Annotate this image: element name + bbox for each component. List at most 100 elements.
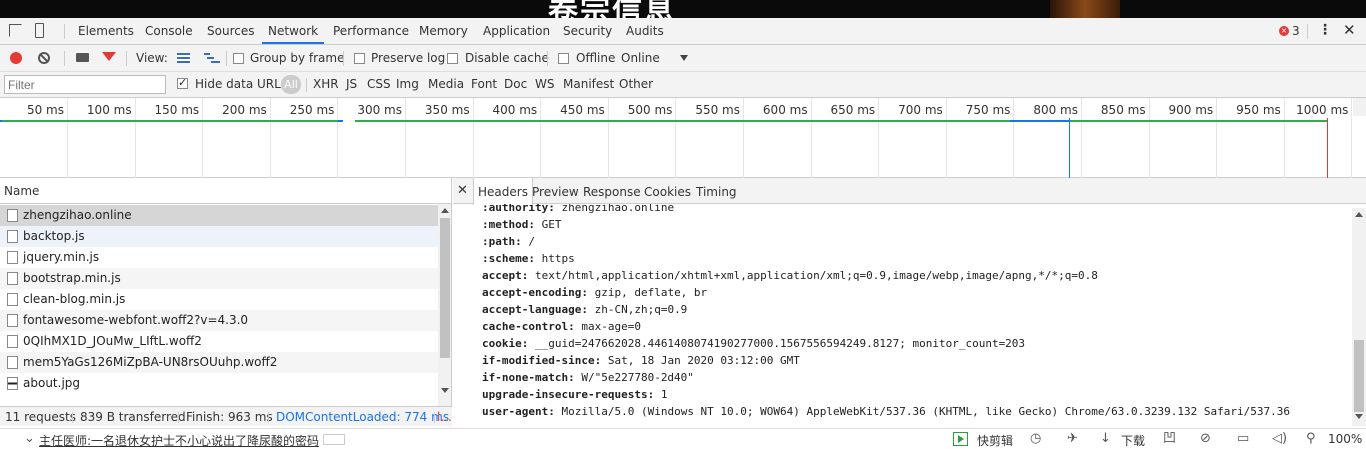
request-row[interactable]: about.jpg: [0, 373, 438, 394]
ad-badge-icon: [323, 434, 345, 445]
chevron-down-icon[interactable]: ⌄: [24, 432, 35, 446]
scrollbar-thumb[interactable]: [1354, 340, 1364, 412]
preserve-log-label[interactable]: Preserve log: [371, 51, 445, 65]
header-row: if-modified-since: Sat, 18 Jan 2020 03:1…: [482, 352, 800, 369]
name-column-header[interactable]: Name: [0, 178, 451, 204]
timeline-tick-label: 900 ms: [1168, 103, 1214, 117]
disable-cache-checkbox[interactable]: [447, 53, 458, 64]
offline-checkbox[interactable]: [558, 53, 569, 64]
timeline-gridline: [675, 98, 677, 178]
tab-audits[interactable]: Audits: [626, 18, 664, 44]
scrollbar-thumb[interactable]: [440, 218, 450, 358]
tab-response[interactable]: Response: [583, 178, 641, 204]
tools-icon[interactable]: ✈: [1067, 432, 1078, 446]
news-link[interactable]: 主任医师:一名退休女护士不小心说出了降尿酸的密码: [39, 432, 319, 449]
request-list-scrollbar[interactable]: [438, 204, 451, 406]
document-file-icon: [7, 251, 18, 264]
capture-screenshots-icon[interactable]: [76, 53, 89, 62]
filter-all-button[interactable]: All: [281, 75, 301, 94]
request-name: backtop.js: [23, 229, 85, 243]
history-icon[interactable]: ◷: [1030, 432, 1041, 446]
group-by-frame-checkbox[interactable]: [233, 53, 244, 64]
timeline-tick-label: 450 ms: [560, 103, 605, 117]
request-row[interactable]: backtop.js: [0, 226, 438, 247]
waterfall-overview-icon[interactable]: [204, 52, 220, 64]
scroll-up-icon[interactable]: [1355, 212, 1363, 217]
timeline-tick-label: 50 ms: [26, 103, 64, 117]
filter-xhr[interactable]: XHR: [313, 77, 339, 91]
zoom-icon[interactable]: ⚲: [1306, 432, 1316, 446]
filter-js[interactable]: JS: [346, 77, 357, 91]
record-icon[interactable]: [10, 52, 22, 64]
tab-security[interactable]: Security: [563, 18, 612, 44]
request-row[interactable]: mem5YaGs126MiZpBA-UN8rsOUuhp.woff2: [0, 352, 438, 373]
hide-data-urls-checkbox[interactable]: [177, 76, 188, 89]
filter-ws[interactable]: WS: [535, 77, 554, 91]
filter-other[interactable]: Other: [619, 77, 653, 91]
timeline-tick-label: 200 ms: [222, 103, 267, 117]
device-toolbar-icon[interactable]: [35, 23, 44, 38]
tab-memory[interactable]: Memory: [419, 18, 468, 44]
close-devtools-icon[interactable]: ✕: [1343, 21, 1356, 39]
filter-input[interactable]: [4, 75, 166, 94]
timeline-scrollbar[interactable]: [1353, 98, 1366, 116]
restore-icon[interactable]: ▭: [1237, 432, 1249, 446]
request-row[interactable]: clean-blog.min.js: [0, 289, 438, 310]
large-rows-icon[interactable]: [177, 53, 190, 63]
translate-icon[interactable]: ⊘: [1200, 432, 1211, 446]
tab-elements[interactable]: Elements: [78, 18, 134, 44]
tab-network[interactable]: Network: [262, 18, 325, 44]
request-row[interactable]: zhengzihao.online: [0, 205, 438, 226]
sound-icon[interactable]: ◁): [1272, 432, 1287, 446]
filter-icon[interactable]: [102, 52, 116, 61]
more-options-icon[interactable]: ⋮: [1318, 22, 1332, 38]
zoom-level[interactable]: 100%: [1328, 432, 1362, 446]
window-icon[interactable]: 凹: [1163, 432, 1176, 446]
offline-label[interactable]: Offline: [576, 51, 615, 65]
request-row[interactable]: jquery.min.js: [0, 247, 438, 268]
tab-application[interactable]: Application: [483, 18, 550, 44]
tab-console[interactable]: Console: [145, 18, 193, 44]
error-icon[interactable]: ×: [1279, 26, 1289, 36]
filter-doc[interactable]: Doc: [504, 77, 527, 91]
header-row: accept-encoding: gzip, deflate, br: [482, 284, 707, 301]
filter-media[interactable]: Media: [428, 77, 464, 91]
preserve-log-checkbox[interactable]: [354, 53, 365, 64]
header-value: W/"5e227780-2d40": [581, 371, 694, 384]
close-details-icon[interactable]: ✕: [457, 183, 468, 198]
filter-css[interactable]: CSS: [367, 77, 391, 91]
details-tabbar: ✕ Headers Preview Response Cookies Timin…: [453, 178, 1366, 205]
request-row[interactable]: fontawesome-webfont.woff2?v=4.3.0: [0, 310, 438, 331]
tab-performance[interactable]: Performance: [333, 18, 409, 44]
hide-data-urls-label[interactable]: Hide data URLs: [195, 77, 287, 91]
chevron-down-icon[interactable]: [680, 55, 688, 61]
tab-timing[interactable]: Timing: [696, 178, 737, 204]
filter-img[interactable]: Img: [396, 77, 419, 91]
network-toolbar: View: Group by frame Preserve log Disabl…: [0, 45, 1366, 72]
timeline-gridline: [134, 98, 136, 178]
request-row[interactable]: bootstrap.min.js: [0, 268, 438, 289]
network-summary-bar: 11 requests 839 B transferred Finish: 96…: [0, 406, 452, 426]
tab-cookies[interactable]: Cookies: [644, 178, 691, 204]
download-icon[interactable]: ↓: [1100, 432, 1111, 446]
tab-sources[interactable]: Sources: [207, 18, 254, 44]
filter-font[interactable]: Font: [471, 77, 497, 91]
tab-headers[interactable]: Headers: [473, 178, 533, 205]
group-by-frame-label[interactable]: Group by frame: [250, 51, 344, 65]
scroll-down-icon[interactable]: [1355, 414, 1363, 419]
cut-button[interactable]: 快剪辑: [977, 432, 1013, 449]
request-row[interactable]: 0QIhMX1D_JOuMw_LIftL.woff2: [0, 331, 438, 352]
disable-cache-label[interactable]: Disable cache: [465, 51, 549, 65]
error-count[interactable]: 3: [1292, 24, 1300, 38]
header-value: GET: [541, 218, 562, 231]
details-scrollbar[interactable]: [1352, 208, 1366, 426]
tab-preview[interactable]: Preview: [532, 178, 579, 204]
throttling-select[interactable]: Online: [621, 51, 660, 65]
download-button[interactable]: 下载: [1121, 432, 1145, 449]
scroll-up-icon[interactable]: [441, 208, 449, 213]
scroll-down-icon[interactable]: [441, 388, 449, 393]
inspect-element-icon[interactable]: [9, 24, 22, 37]
request-name: zhengzihao.online: [23, 208, 132, 222]
timeline-overview[interactable]: 50 ms 100 ms 150 ms 200 ms 250 ms 300 ms 350 m…: [0, 98, 1366, 178]
filter-manifest[interactable]: Manifest: [563, 77, 614, 91]
